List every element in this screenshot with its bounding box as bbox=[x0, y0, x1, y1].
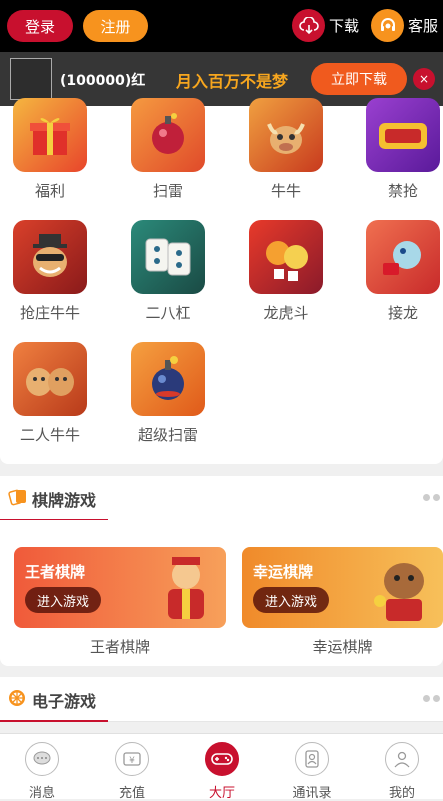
nav-item-profile[interactable]: 我的 bbox=[367, 742, 437, 801]
promo-title: 幸运棋牌 bbox=[253, 563, 314, 581]
bull-boss-icon bbox=[13, 220, 87, 294]
game-label: 二人牛牛 bbox=[19, 426, 80, 444]
game-label: 超级扫雷 bbox=[137, 426, 198, 444]
promo-card[interactable]: 幸运棋牌 进入游戏 bbox=[242, 547, 443, 628]
nav-item-contacts[interactable]: 通讯录 bbox=[277, 742, 347, 801]
promo-caption: 幸运棋牌 bbox=[312, 638, 373, 656]
recharge-icon: ¥ bbox=[115, 742, 149, 776]
game-tile[interactable]: 禁抢 bbox=[353, 98, 443, 201]
section-header-chess: 棋牌游戏 bbox=[0, 476, 443, 521]
game-label: 抢庄牛牛 bbox=[19, 304, 80, 322]
game-label: 二八杠 bbox=[145, 304, 191, 322]
contacts-icon bbox=[295, 742, 329, 776]
games-grid: 福利 扫雷 牛牛 禁抢 抢庄牛牛 二八杠 龙虎斗 接龙 二人牛牛 超级扫雷 bbox=[0, 98, 443, 464]
promo-title: 王者棋牌 bbox=[25, 563, 86, 581]
customer-service-link[interactable]: 客服 bbox=[371, 9, 438, 42]
gamepad-icon bbox=[205, 742, 239, 776]
orange-slice-icon bbox=[8, 689, 26, 711]
two-bulls-icon bbox=[13, 342, 87, 416]
game-label: 牛牛 bbox=[270, 182, 301, 200]
chat-icon bbox=[25, 742, 59, 776]
game-tile[interactable]: 二人牛牛 bbox=[0, 342, 100, 445]
game-tile[interactable]: 牛牛 bbox=[236, 98, 336, 201]
game-label: 禁抢 bbox=[387, 182, 418, 200]
cloud-download-icon bbox=[292, 9, 325, 42]
section-title: 棋牌游戏 bbox=[32, 491, 97, 510]
chess-cards: 王者棋牌 进入游戏 王者棋牌 幸运棋牌 进入游戏 幸运棋牌 bbox=[0, 520, 443, 666]
nav-item-messages[interactable]: 消息 bbox=[7, 742, 77, 801]
gift-icon bbox=[13, 98, 87, 172]
game-label: 福利 bbox=[34, 182, 65, 200]
download-label: 下载 bbox=[329, 17, 360, 35]
section-underline bbox=[0, 720, 108, 722]
bottom-nav: 消息 ¥ 充值 大厅 通讯录 我的 bbox=[0, 733, 443, 801]
no-grab-icon bbox=[366, 98, 440, 172]
game-tile[interactable]: 二八杠 bbox=[118, 220, 218, 323]
game-tile[interactable]: 扫雷 bbox=[118, 98, 218, 201]
nav-label: 大厅 bbox=[208, 786, 235, 801]
close-icon[interactable]: × bbox=[413, 68, 435, 90]
nav-label: 充值 bbox=[118, 786, 145, 801]
top-bar: 登录 注册 下载 客服 bbox=[0, 0, 443, 52]
more-dots-icon[interactable] bbox=[423, 695, 443, 702]
enter-game-button[interactable]: 进入游戏 bbox=[25, 587, 101, 613]
svg-text:¥: ¥ bbox=[129, 756, 135, 766]
game-tile[interactable]: 龙虎斗 bbox=[236, 220, 336, 323]
banner-slogan: 月入百万不是梦 bbox=[176, 72, 289, 91]
super-bomb-icon bbox=[131, 342, 205, 416]
game-tile[interactable]: 接龙 bbox=[353, 220, 443, 323]
banner-download-button[interactable]: 立即下载 bbox=[311, 63, 407, 95]
king-character-icon bbox=[168, 557, 204, 619]
mahjong-icon bbox=[131, 220, 205, 294]
game-tile[interactable]: 福利 bbox=[0, 98, 100, 201]
cards-icon bbox=[8, 488, 28, 510]
game-label: 龙虎斗 bbox=[263, 304, 309, 322]
promo-caption: 王者棋牌 bbox=[89, 638, 150, 656]
dragon-tiger-icon bbox=[249, 220, 323, 294]
register-button[interactable]: 注册 bbox=[83, 10, 148, 42]
game-tile[interactable]: 抢庄牛牛 bbox=[0, 220, 100, 323]
nav-label: 消息 bbox=[28, 786, 55, 801]
promo-card[interactable]: 王者棋牌 进入游戏 bbox=[14, 547, 226, 628]
headset-icon bbox=[371, 9, 404, 42]
app-logo-placeholder bbox=[10, 58, 52, 100]
nav-label: 通讯录 bbox=[292, 786, 332, 801]
dragon-icon bbox=[366, 220, 440, 294]
nav-item-lobby[interactable]: 大厅 bbox=[187, 742, 257, 801]
user-icon bbox=[385, 742, 419, 776]
game-label: 扫雷 bbox=[152, 182, 183, 200]
lucky-character-icon bbox=[374, 563, 424, 621]
section-title: 电子游戏 bbox=[32, 692, 97, 711]
enter-game-button[interactable]: 进入游戏 bbox=[253, 587, 329, 613]
bomb-icon bbox=[131, 98, 205, 172]
game-tile[interactable]: 超级扫雷 bbox=[118, 342, 218, 445]
nav-item-recharge[interactable]: ¥ 充值 bbox=[97, 742, 167, 801]
service-label: 客服 bbox=[408, 17, 439, 35]
nav-label: 我的 bbox=[388, 786, 415, 801]
more-dots-icon[interactable] bbox=[423, 494, 443, 501]
section-header-electronic: 电子游戏 bbox=[0, 677, 443, 722]
download-link[interactable]: 下载 bbox=[292, 9, 359, 42]
banner-text: (100000)红 bbox=[60, 73, 146, 89]
login-button[interactable]: 登录 bbox=[7, 10, 73, 42]
game-label: 接龙 bbox=[387, 304, 418, 322]
bull-icon bbox=[249, 98, 323, 172]
